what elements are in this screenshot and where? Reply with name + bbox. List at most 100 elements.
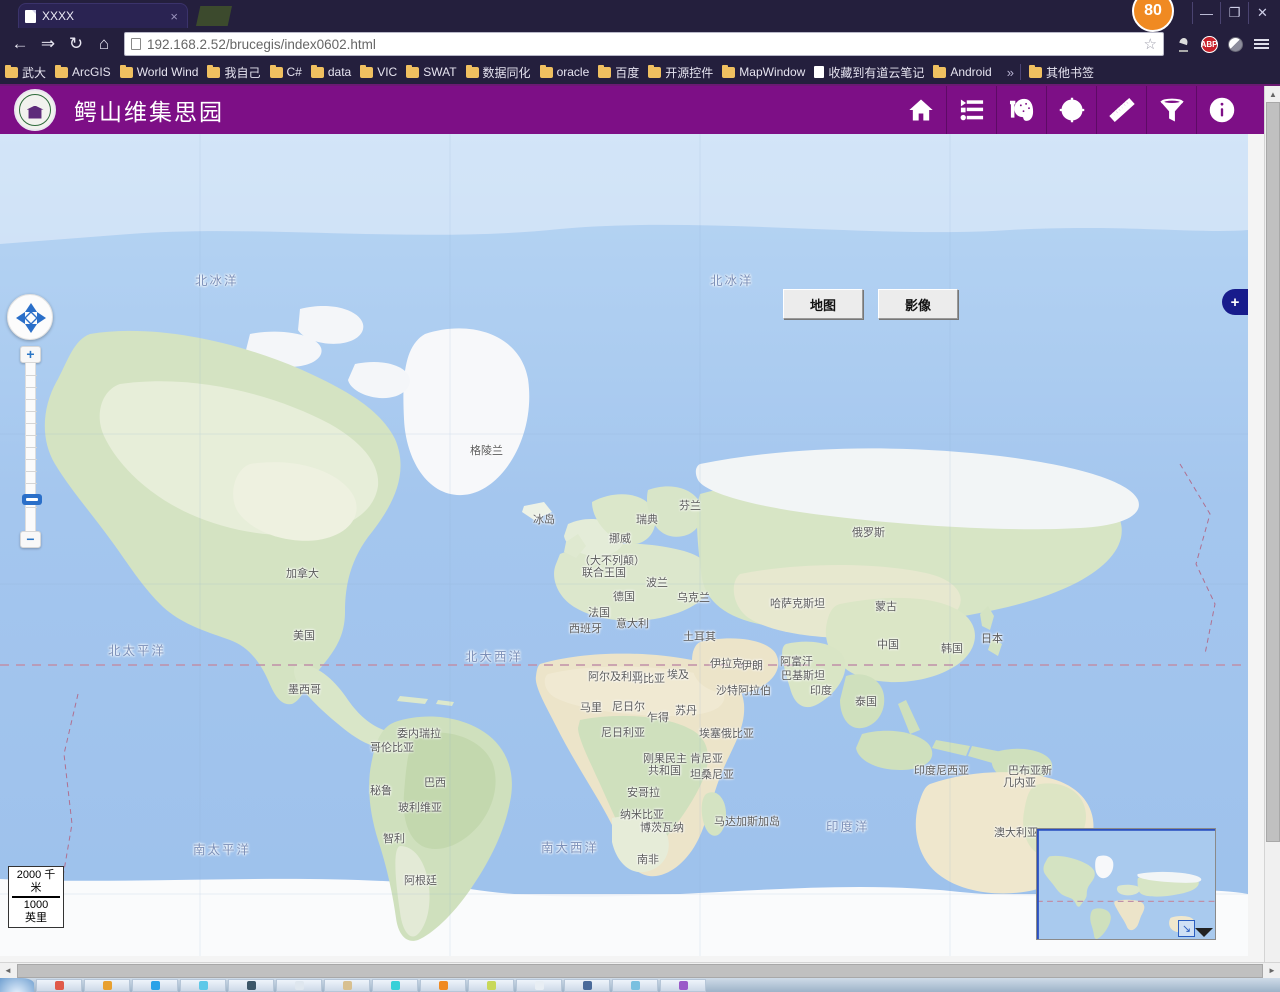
bookmark-item[interactable]: data xyxy=(310,64,351,79)
home-icon[interactable] xyxy=(896,86,946,134)
adblock-plus-icon[interactable]: ABP xyxy=(1196,31,1222,57)
overview-map[interactable]: ↘ xyxy=(1036,828,1216,940)
bookmark-item[interactable]: 数据同化 xyxy=(465,64,531,81)
bookmark-label: MapWindow xyxy=(739,65,806,79)
map-label: 芬兰 xyxy=(679,499,701,512)
bookmark-item[interactable]: C# xyxy=(269,64,302,79)
map-label: 苏丹 xyxy=(675,704,697,717)
folder-icon xyxy=(119,64,133,78)
navigation-toolbar: ← ⇒ ↻ ⌂ ☆ ABP xyxy=(0,28,1280,60)
map-label: 意大利 xyxy=(616,617,649,630)
tab-strip: XXXX × 80 — ❐ ✕ xyxy=(0,0,1280,32)
info-icon[interactable] xyxy=(1196,86,1246,134)
start-button[interactable] xyxy=(0,978,34,992)
bookmark-item[interactable]: ArcGIS xyxy=(55,64,111,79)
lamp-extension-icon[interactable] xyxy=(1170,31,1196,57)
map-label: 哈萨克斯坦 xyxy=(770,597,825,610)
scroll-right-icon[interactable]: ► xyxy=(1264,963,1280,979)
address-bar[interactable]: ☆ xyxy=(124,32,1164,56)
university-logo-icon xyxy=(14,89,56,131)
taskbar-item[interactable] xyxy=(36,978,82,992)
folder-icon xyxy=(5,64,18,78)
horizontal-scroll-thumb[interactable] xyxy=(17,963,1263,978)
bookmark-item[interactable]: VIC xyxy=(360,64,397,79)
taskbar-item[interactable] xyxy=(324,978,370,992)
zoom-slider-track[interactable] xyxy=(22,363,42,531)
maximize-button[interactable]: ❐ xyxy=(1220,2,1248,24)
scroll-left-icon[interactable]: ◄ xyxy=(0,963,16,979)
taskbar-item[interactable] xyxy=(564,978,610,992)
taskbar-item[interactable] xyxy=(420,978,466,992)
bookmark-item[interactable]: SWAT xyxy=(406,64,457,79)
basemap-map-button[interactable]: 地图 xyxy=(783,289,863,319)
home-icon[interactable]: ⌂ xyxy=(90,30,118,58)
folder-icon xyxy=(539,64,553,78)
bookmark-item[interactable]: 武大 xyxy=(5,64,46,81)
vertical-scrollbar[interactable]: ▲ ▼ xyxy=(1264,86,1280,972)
taskbar-item[interactable] xyxy=(372,978,418,992)
page-title: 鳄山维集思园 xyxy=(74,99,224,125)
bookmark-item[interactable]: 收藏到有道云笔记 xyxy=(814,64,924,81)
pan-rosette[interactable] xyxy=(7,294,53,340)
bookmark-item[interactable]: 开源控件 xyxy=(648,64,713,81)
taskbar-item[interactable] xyxy=(132,978,178,992)
forward-icon[interactable]: ⇒ xyxy=(34,30,62,58)
scroll-up-icon[interactable]: ▲ xyxy=(1265,86,1280,102)
folder-icon xyxy=(648,64,662,78)
bookmark-label: C# xyxy=(286,65,302,79)
taskbar-item[interactable] xyxy=(276,978,322,992)
bookmark-item[interactable]: 我自己 xyxy=(207,64,261,81)
bookmark-item[interactable]: oracle xyxy=(539,64,589,79)
basemap-imagery-button[interactable]: 影像 xyxy=(878,289,958,319)
funnel-icon[interactable] xyxy=(1146,86,1196,134)
zoom-out-button[interactable]: − xyxy=(20,531,41,548)
bookmark-label: 收藏到有道云笔记 xyxy=(828,65,925,80)
zoom-slider[interactable]: + − xyxy=(20,346,42,548)
map-label: 韩国 xyxy=(941,642,963,655)
taskbar-item[interactable] xyxy=(228,978,274,992)
bookmark-star-icon[interactable]: ☆ xyxy=(1144,35,1157,53)
notification-badge[interactable]: 80 xyxy=(1132,0,1174,32)
bookmark-label: 其他书签 xyxy=(1045,65,1094,80)
taskbar-item[interactable] xyxy=(180,978,226,992)
map-canvas[interactable]: 北冰洋 北冰洋 格陵兰 冰岛 挪威 瑞典 芬兰 （大不列颠） 联合王国 俄罗斯 德国 波兰 乌克兰 法国意… xyxy=(0,134,1248,956)
taskbar-item[interactable] xyxy=(660,978,706,992)
taskbar-item[interactable] xyxy=(84,978,130,992)
bookmark-item[interactable]: MapWindow xyxy=(722,64,806,79)
chrome-menu-icon[interactable] xyxy=(1248,31,1274,57)
tab-close-icon[interactable]: × xyxy=(167,9,181,24)
side-panel-toggle[interactable]: + xyxy=(1222,289,1248,315)
back-icon[interactable]: ← xyxy=(6,30,34,58)
taskbar-item[interactable] xyxy=(468,978,514,992)
close-window-button[interactable]: ✕ xyxy=(1248,2,1276,24)
zoom-slider-handle[interactable] xyxy=(22,494,42,505)
palette-icon[interactable] xyxy=(996,86,1046,134)
reload-icon[interactable]: ↻ xyxy=(62,30,90,58)
horizontal-scrollbar[interactable]: ◄ ► xyxy=(0,962,1280,978)
map-label: 俄罗斯 xyxy=(852,526,885,539)
minimize-button[interactable]: — xyxy=(1192,2,1220,24)
windows-taskbar[interactable] xyxy=(0,978,1280,992)
map-label: 坦桑尼亚 xyxy=(690,768,734,781)
list-icon[interactable] xyxy=(946,86,996,134)
taskbar-item[interactable] xyxy=(516,978,562,992)
bookmark-item[interactable]: Android xyxy=(933,64,992,79)
overview-collapse-icon[interactable] xyxy=(1195,928,1213,937)
bookmark-item[interactable]: World Wind xyxy=(119,64,198,79)
overview-resize-handle[interactable]: ↘ xyxy=(1178,920,1195,937)
ruler-icon[interactable] xyxy=(1096,86,1146,134)
globe-extension-icon[interactable] xyxy=(1222,31,1248,57)
vertical-scroll-thumb[interactable] xyxy=(1266,102,1280,842)
target-icon[interactable] xyxy=(1046,86,1096,134)
page-info-icon[interactable] xyxy=(131,38,141,50)
new-tab-button[interactable] xyxy=(196,6,232,26)
browser-tab[interactable]: XXXX × xyxy=(18,3,188,28)
other-bookmarks-folder[interactable]: 其他书签 xyxy=(1028,64,1094,81)
zoom-in-button[interactable]: + xyxy=(20,346,41,363)
taskbar-item[interactable] xyxy=(612,978,658,992)
url-input[interactable] xyxy=(147,36,1144,52)
bookmark-item[interactable]: 百度 xyxy=(598,64,639,81)
bookmarks-overflow-icon[interactable]: » xyxy=(1007,65,1014,80)
bookmark-label: SWAT xyxy=(423,65,457,79)
scale-imperial-value: 1000 xyxy=(23,899,49,911)
